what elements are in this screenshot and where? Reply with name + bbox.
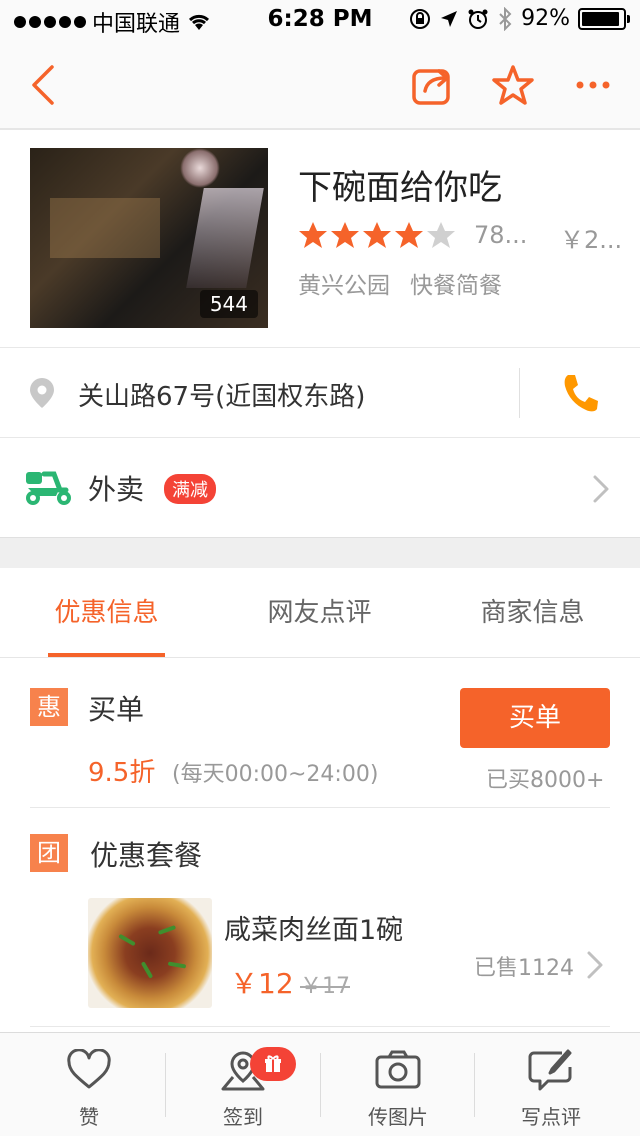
status-bar: 中国联通 6:28 PM 92% <box>0 0 640 40</box>
deal-photo <box>88 898 212 1008</box>
address-text: 关山路67号(近国权东路) <box>78 382 366 412</box>
chevron-left-icon <box>32 65 54 105</box>
bottom-action-bar: 赞 签到 传图片 写点评 <box>0 1032 640 1136</box>
location-arrow-icon <box>441 10 458 27</box>
shop-photo[interactable]: 544 <box>30 148 268 328</box>
shop-name: 下碗面给你吃 <box>298 168 502 208</box>
shop-tags: 黄兴公园 快餐简餐 <box>298 266 502 300</box>
camera-icon <box>375 1050 421 1089</box>
battery-icon <box>578 7 630 30</box>
star-empty-icon <box>427 222 455 248</box>
rotation-lock-icon <box>410 8 431 29</box>
share-button[interactable] <box>406 58 460 112</box>
pay-bill-button[interactable]: 买单 <box>460 688 610 748</box>
deal-sold-count: 已售1124 <box>474 956 574 981</box>
share-icon <box>412 69 450 105</box>
star-rating <box>298 220 456 250</box>
heart-icon <box>67 1049 111 1089</box>
write-review-button[interactable]: 写点评 <box>474 1033 628 1136</box>
review-count: 78... <box>474 221 528 249</box>
phone-icon <box>564 375 598 412</box>
location-pin-icon <box>30 378 54 408</box>
section-divider <box>30 1026 610 1027</box>
package-title: 优惠套餐 <box>90 839 203 872</box>
checkin-button[interactable]: 签到 <box>166 1033 320 1136</box>
delivery-label: 外卖 <box>88 473 145 506</box>
section-divider <box>30 807 610 808</box>
back-button[interactable] <box>16 58 70 112</box>
battery-fill <box>582 11 619 26</box>
star-filled-icon <box>395 222 423 248</box>
rating-row: 78... ￥2... <box>298 220 622 254</box>
nav-bar <box>0 40 640 130</box>
discount-icon: 惠 <box>30 688 68 726</box>
alarm-icon <box>468 9 488 29</box>
delivery-badge: 满减 <box>164 474 216 504</box>
like-button[interactable]: 赞 <box>12 1033 166 1136</box>
photo-count: 544 <box>199 290 258 318</box>
bluetooth-icon <box>499 6 512 31</box>
phone-button[interactable] <box>560 372 600 418</box>
star-outline-icon <box>492 65 534 105</box>
shop-header: 544 下碗面给你吃 78... ￥2... 黄兴公园 快餐简餐 <box>0 130 640 348</box>
address-divider <box>519 368 520 418</box>
checkin-label: 签到 <box>223 1105 263 1129</box>
avg-price: ￥2... <box>560 226 623 254</box>
favorite-button[interactable] <box>486 58 540 112</box>
chevron-right-icon <box>593 475 609 503</box>
star-filled-icon <box>331 222 359 248</box>
upload-photo-label: 传图片 <box>368 1105 428 1129</box>
deal-original-price: ￥17 <box>300 974 350 999</box>
like-label: 赞 <box>79 1105 99 1129</box>
gift-badge-icon <box>250 1047 296 1081</box>
more-dots-icon <box>576 81 610 89</box>
group-deal-icon: 团 <box>30 834 68 872</box>
delivery-motorbike-icon <box>26 471 71 505</box>
maidan-discount: 9.5折 <box>88 758 156 788</box>
deal-name: 咸菜肉丝面1碗 <box>224 915 404 946</box>
more-button[interactable] <box>566 58 620 112</box>
maidan-title: 买单 <box>88 693 145 726</box>
status-right: 92% <box>409 6 630 31</box>
maidan-hours: (每天00:00~24:00) <box>172 762 379 787</box>
delivery-row[interactable]: 外卖 满减 <box>0 438 640 538</box>
section-gap <box>0 538 640 568</box>
battery-percent: 92% <box>521 6 570 31</box>
tab-merchant-info[interactable]: 商家信息 <box>426 568 639 657</box>
chevron-right-icon <box>587 951 603 979</box>
bought-count: 已买8000+ <box>486 768 605 793</box>
tab-reviews[interactable]: 网友点评 <box>213 568 426 657</box>
star-filled-icon <box>363 222 391 248</box>
tab-bar: 优惠信息 网友点评 商家信息 <box>0 568 640 658</box>
edit-review-icon <box>528 1049 572 1091</box>
star-filled-icon <box>299 222 327 248</box>
write-review-label: 写点评 <box>521 1105 581 1129</box>
upload-photo-button[interactable]: 传图片 <box>321 1033 475 1136</box>
tab-deals[interactable]: 优惠信息 <box>0 568 213 657</box>
address-row[interactable]: 关山路67号(近国权东路) <box>0 348 640 438</box>
deal-price: ￥12 <box>230 967 294 1000</box>
shop-area: 黄兴公园 <box>298 273 390 299</box>
shop-category: 快餐简餐 <box>410 273 502 299</box>
